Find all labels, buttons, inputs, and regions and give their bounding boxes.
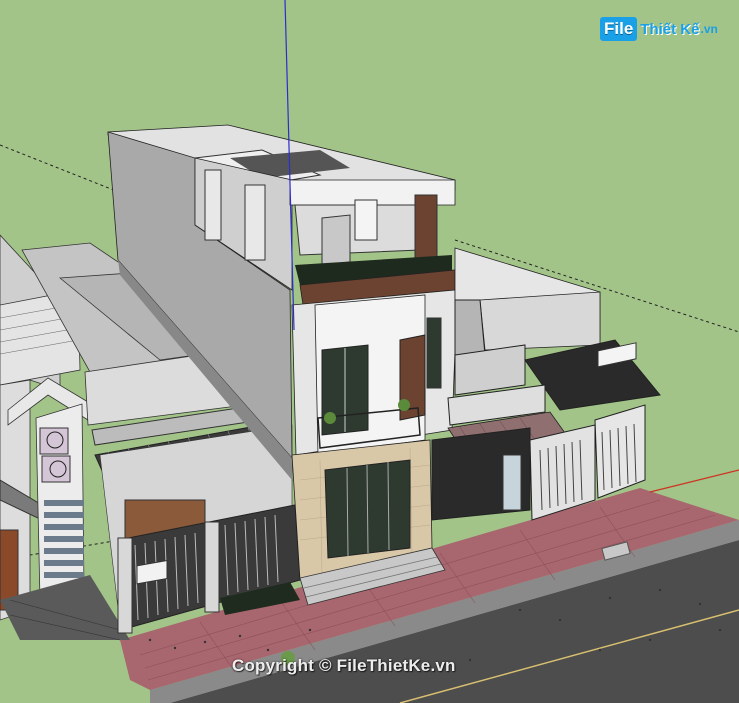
right-parapet [479,291,601,351]
balcony-plant [324,412,336,424]
logo-name: Thiết Kế [640,20,700,38]
copyright-watermark: Copyright © FileThietKe.vn [232,656,456,675]
third-floor-pillar [244,184,266,261]
logo-tld: .vn [700,22,718,36]
right-door [502,454,522,511]
terrace-door [354,199,378,241]
balcony-plant [398,399,410,411]
terrace-wall [321,214,351,266]
side-window [426,317,442,389]
logo-file: File [600,17,638,41]
site-logo: File Thiết Kế .vn [600,14,718,44]
third-floor-pillar [204,169,222,241]
sketchup-scene [0,0,739,703]
gate-post [204,521,220,613]
gate-post [117,537,133,634]
terrace-wood-panel [414,194,438,266]
